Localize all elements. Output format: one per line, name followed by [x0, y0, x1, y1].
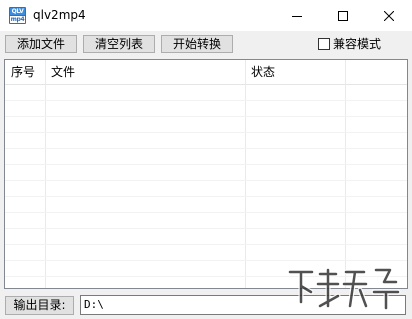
file-list-table[interactable]: 序号 文件 状态 [4, 59, 408, 289]
minimize-button[interactable] [274, 0, 320, 31]
compat-mode-checkbox[interactable] [318, 38, 330, 50]
close-icon [384, 10, 394, 21]
output-dir-button[interactable]: 输出目录: [5, 296, 74, 315]
start-convert-button[interactable]: 开始转换 [161, 35, 233, 53]
row-gridline [5, 148, 407, 149]
clear-list-button[interactable]: 清空列表 [83, 35, 155, 53]
row-gridline [5, 212, 407, 213]
close-button[interactable] [366, 0, 412, 31]
row-gridline [5, 260, 407, 261]
maximize-icon [338, 10, 348, 21]
watermark-logo [287, 267, 401, 311]
app-logo-text-top: QLV [10, 8, 25, 15]
maximize-button[interactable] [320, 0, 366, 31]
row-gridline [5, 116, 407, 117]
app-logo-icon: QLV mp4 [9, 7, 26, 24]
column-divider [45, 60, 46, 288]
row-gridline [5, 164, 407, 165]
compat-mode-label[interactable]: 兼容模式 [333, 36, 381, 52]
app-logo-text-bottom: mp4 [10, 16, 25, 23]
window-title: qlv2mp4 [33, 8, 86, 22]
column-divider [245, 60, 246, 288]
row-gridline [5, 244, 407, 245]
table-header: 序号 文件 状态 [5, 60, 407, 85]
row-gridline [5, 132, 407, 133]
row-gridline [5, 100, 407, 101]
title-bar: QLV mp4 qlv2mp4 [0, 0, 412, 31]
column-header-file[interactable]: 文件 [45, 60, 245, 84]
column-header-index[interactable]: 序号 [5, 60, 45, 84]
column-divider [345, 60, 346, 288]
add-file-button[interactable]: 添加文件 [5, 35, 77, 53]
row-gridline [5, 228, 407, 229]
minimize-icon [292, 15, 302, 17]
row-gridline [5, 180, 407, 181]
column-header-status[interactable]: 状态 [245, 60, 345, 84]
row-gridline [5, 196, 407, 197]
